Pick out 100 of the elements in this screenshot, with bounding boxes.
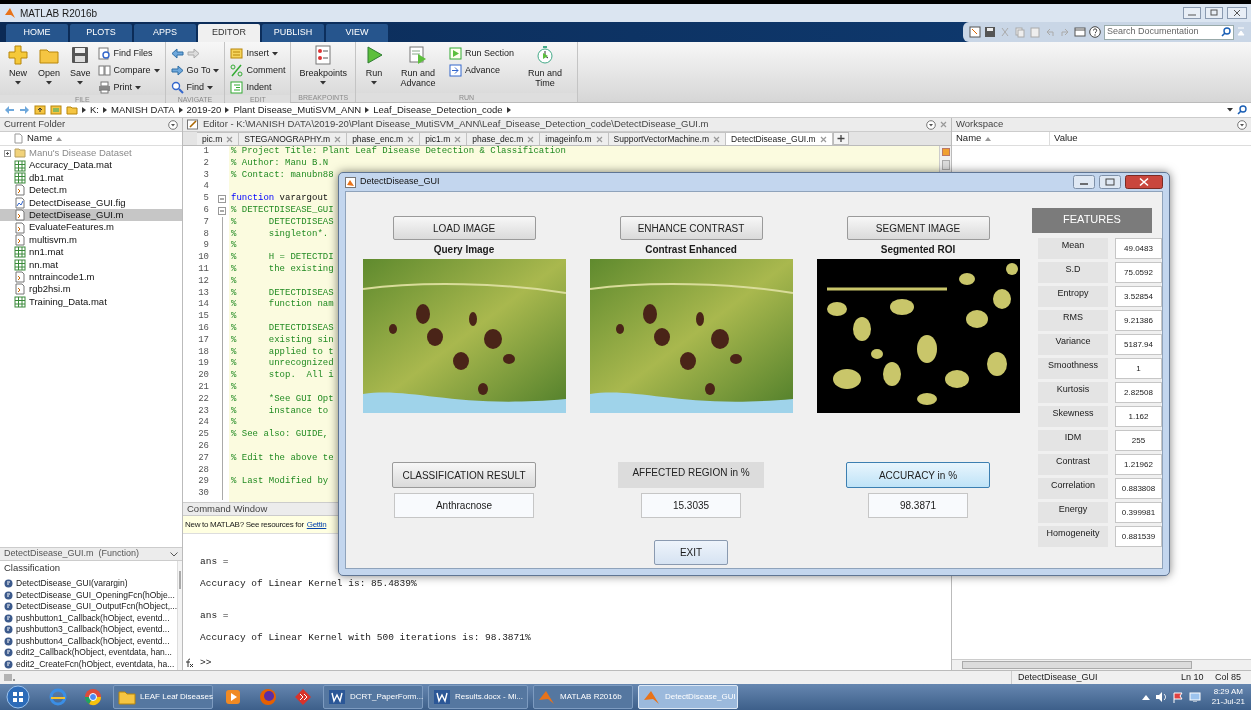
close-icon[interactable] <box>1227 7 1247 19</box>
toolstrip-button[interactable]: Run <box>360 45 387 85</box>
fx-icon[interactable] <box>184 658 194 668</box>
toolstrip-button[interactable]: Indent <box>230 80 286 95</box>
gui-button[interactable]: ACCURACY in % <box>846 462 990 488</box>
taskbar-button[interactable]: Results.docx - Mi... <box>428 685 528 709</box>
function-item[interactable]: DetectDisease_GUI_OpeningFcn(hObje... <box>4 589 178 601</box>
back-arrow-icon[interactable] <box>4 105 15 115</box>
toolstrip-button[interactable]: Print <box>97 80 160 95</box>
minimize-icon[interactable] <box>1183 7 1201 19</box>
link[interactable]: Gettin <box>306 518 327 531</box>
folder-item[interactable]: Detect.m <box>0 184 182 197</box>
folder-item[interactable]: Training_Data.mat <box>0 295 182 309</box>
folder-item[interactable]: EvaluateFeatures.m <box>0 221 182 234</box>
folder-item[interactable]: multisvm.m <box>0 233 182 247</box>
chevron-down-icon[interactable] <box>170 551 178 557</box>
folder-item[interactable]: nn.mat <box>0 258 182 271</box>
back-arrow-icon[interactable] <box>170 47 184 60</box>
toolstrip-button[interactable]: Comment <box>230 63 286 78</box>
network-icon[interactable] <box>1188 692 1201 702</box>
fold-icon[interactable] <box>218 206 226 215</box>
ribbon-tab[interactable]: PLOTS <box>70 24 132 42</box>
column-header[interactable]: Name <box>27 131 53 146</box>
search-field[interactable]: Search Documentation <box>1104 24 1234 40</box>
gui-button[interactable]: CLASSIFICATION RESULT <box>392 462 536 488</box>
maximize-icon[interactable] <box>1099 175 1121 189</box>
function-item[interactable]: DetectDisease_GUI_OutputFcn(hObject,... <box>4 601 178 613</box>
breadcrumb-link[interactable]: Leaf_Disease_Detection_code <box>373 102 503 118</box>
ribbon-tab[interactable]: EDITOR <box>198 24 260 42</box>
breadcrumb-link[interactable]: Plant Disease_MutiSVM_ANN <box>233 102 362 118</box>
ribbon-tab[interactable]: PUBLISH <box>262 24 324 42</box>
file-tab[interactable]: STEGANOGRAPHY.m <box>239 132 348 145</box>
file-tab[interactable]: phase_dec.m <box>467 132 541 145</box>
horizontal-scrollbar[interactable] <box>952 659 1251 670</box>
folder-item[interactable]: DetectDisease_GUI.fig <box>0 196 182 209</box>
flag-icon[interactable] <box>1171 691 1184 703</box>
file-tab[interactable]: phase_enc.m <box>347 132 421 145</box>
toolstrip-button[interactable]: Run and Advance <box>390 45 445 88</box>
start-button[interactable] <box>6 685 30 709</box>
folder-item[interactable]: nntraincode1.m <box>0 270 182 284</box>
column-header[interactable]: Value <box>1054 131 1078 146</box>
file-tab[interactable]: SupportVectorMachine.m <box>608 132 727 145</box>
up-folder-icon[interactable] <box>34 105 46 115</box>
function-item[interactable]: pushbutton3_Callback(hObject, eventd... <box>4 624 178 636</box>
save-icon[interactable] <box>984 26 996 38</box>
scrollbar[interactable] <box>177 561 183 670</box>
toolstrip-button[interactable]: Compare <box>97 63 160 78</box>
ribbon-tab[interactable]: HOME <box>6 24 68 42</box>
file-tab[interactable]: pic.m <box>197 132 240 145</box>
breadcrumb-link[interactable]: K: <box>90 102 99 118</box>
maximize-icon[interactable] <box>1205 7 1223 19</box>
taskbar-button[interactable]: DCRT_PaperForm... <box>323 685 423 709</box>
function-item[interactable]: pushbutton4_Callback(hObject, eventd... <box>4 635 178 647</box>
speaker-icon[interactable] <box>1154 692 1167 702</box>
function-item[interactable]: DetectDisease_GUI(varargin) <box>4 578 178 590</box>
tray-arrow-icon[interactable] <box>1141 694 1150 700</box>
toolstrip-button[interactable]: New <box>5 45 31 85</box>
function-item[interactable]: edit2_Callback(hObject, eventdata, han... <box>4 647 178 659</box>
toolstrip-button[interactable]: Advance <box>448 63 514 78</box>
add-tab-icon[interactable] <box>832 132 849 145</box>
toolstrip-button[interactable]: Go To <box>170 63 220 78</box>
folder-item[interactable]: Accuracy_Data.mat <box>0 159 182 172</box>
help-icon[interactable] <box>1089 26 1101 38</box>
toolstrip-button[interactable]: Find <box>170 80 220 95</box>
toolstrip-button[interactable]: Run and Time <box>518 45 572 88</box>
exit-button[interactable]: EXIT <box>654 540 728 565</box>
toolstrip-button[interactable]: Insert <box>230 46 286 61</box>
breadcrumb-link[interactable]: MANISH DATA <box>111 102 175 118</box>
folder-item[interactable]: db1.mat <box>0 171 182 185</box>
close-icon[interactable] <box>1125 175 1163 189</box>
column-header[interactable]: Name <box>956 131 982 146</box>
fold-icon[interactable] <box>218 195 226 204</box>
file-tab[interactable]: pic1.m <box>420 132 468 145</box>
gui-button[interactable]: ENHANCE CONTRAST <box>619 216 763 240</box>
folder-item[interactable]: rgb2hsi.m <box>0 283 182 296</box>
gui-button[interactable]: SEGMENT IMAGE <box>846 216 990 240</box>
ribbon-tab[interactable]: VIEW <box>326 24 388 42</box>
toolstrip-button[interactable]: Find Files <box>97 46 160 61</box>
folder-item[interactable]: DetectDisease_GUI.m <box>0 208 182 222</box>
search-icon[interactable] <box>1237 105 1247 115</box>
taskbar-button[interactable]: LEAF Leaf Diseases <box>113 685 213 709</box>
browse-folder-icon[interactable] <box>50 105 62 115</box>
forward-arrow-icon[interactable] <box>19 105 30 115</box>
toolstrip-button[interactable]: Open <box>35 45 64 85</box>
ribbon-tab[interactable]: APPS <box>134 24 196 42</box>
folder-item[interactable]: nn1.mat <box>0 246 182 259</box>
minimize-icon[interactable] <box>1073 175 1095 189</box>
function-item[interactable]: edit2_CreateFcn(hObject, eventdata, ha... <box>4 658 178 670</box>
taskbar-button[interactable]: MATLAB R2016b <box>533 685 633 709</box>
function-item[interactable]: pushbutton1_Callback(hObject, eventd... <box>4 612 178 624</box>
breadcrumb-link[interactable]: 2019-20 <box>186 102 222 118</box>
toolstrip-button[interactable]: Save <box>67 45 94 85</box>
gui-button[interactable]: LOAD IMAGE <box>392 216 536 240</box>
folder-item[interactable]: Manu's Disease Dataset <box>0 147 182 160</box>
command-prompt[interactable]: >> <box>200 656 951 669</box>
file-tab[interactable]: DetectDisease_GUI.m <box>726 132 833 145</box>
toolstrip-button[interactable]: Breakpoints <box>296 45 350 85</box>
window-icon[interactable] <box>1074 26 1086 38</box>
toolstrip-button[interactable]: Run Section <box>448 46 514 61</box>
file-tab[interactable]: imageinfo.m <box>540 132 609 145</box>
